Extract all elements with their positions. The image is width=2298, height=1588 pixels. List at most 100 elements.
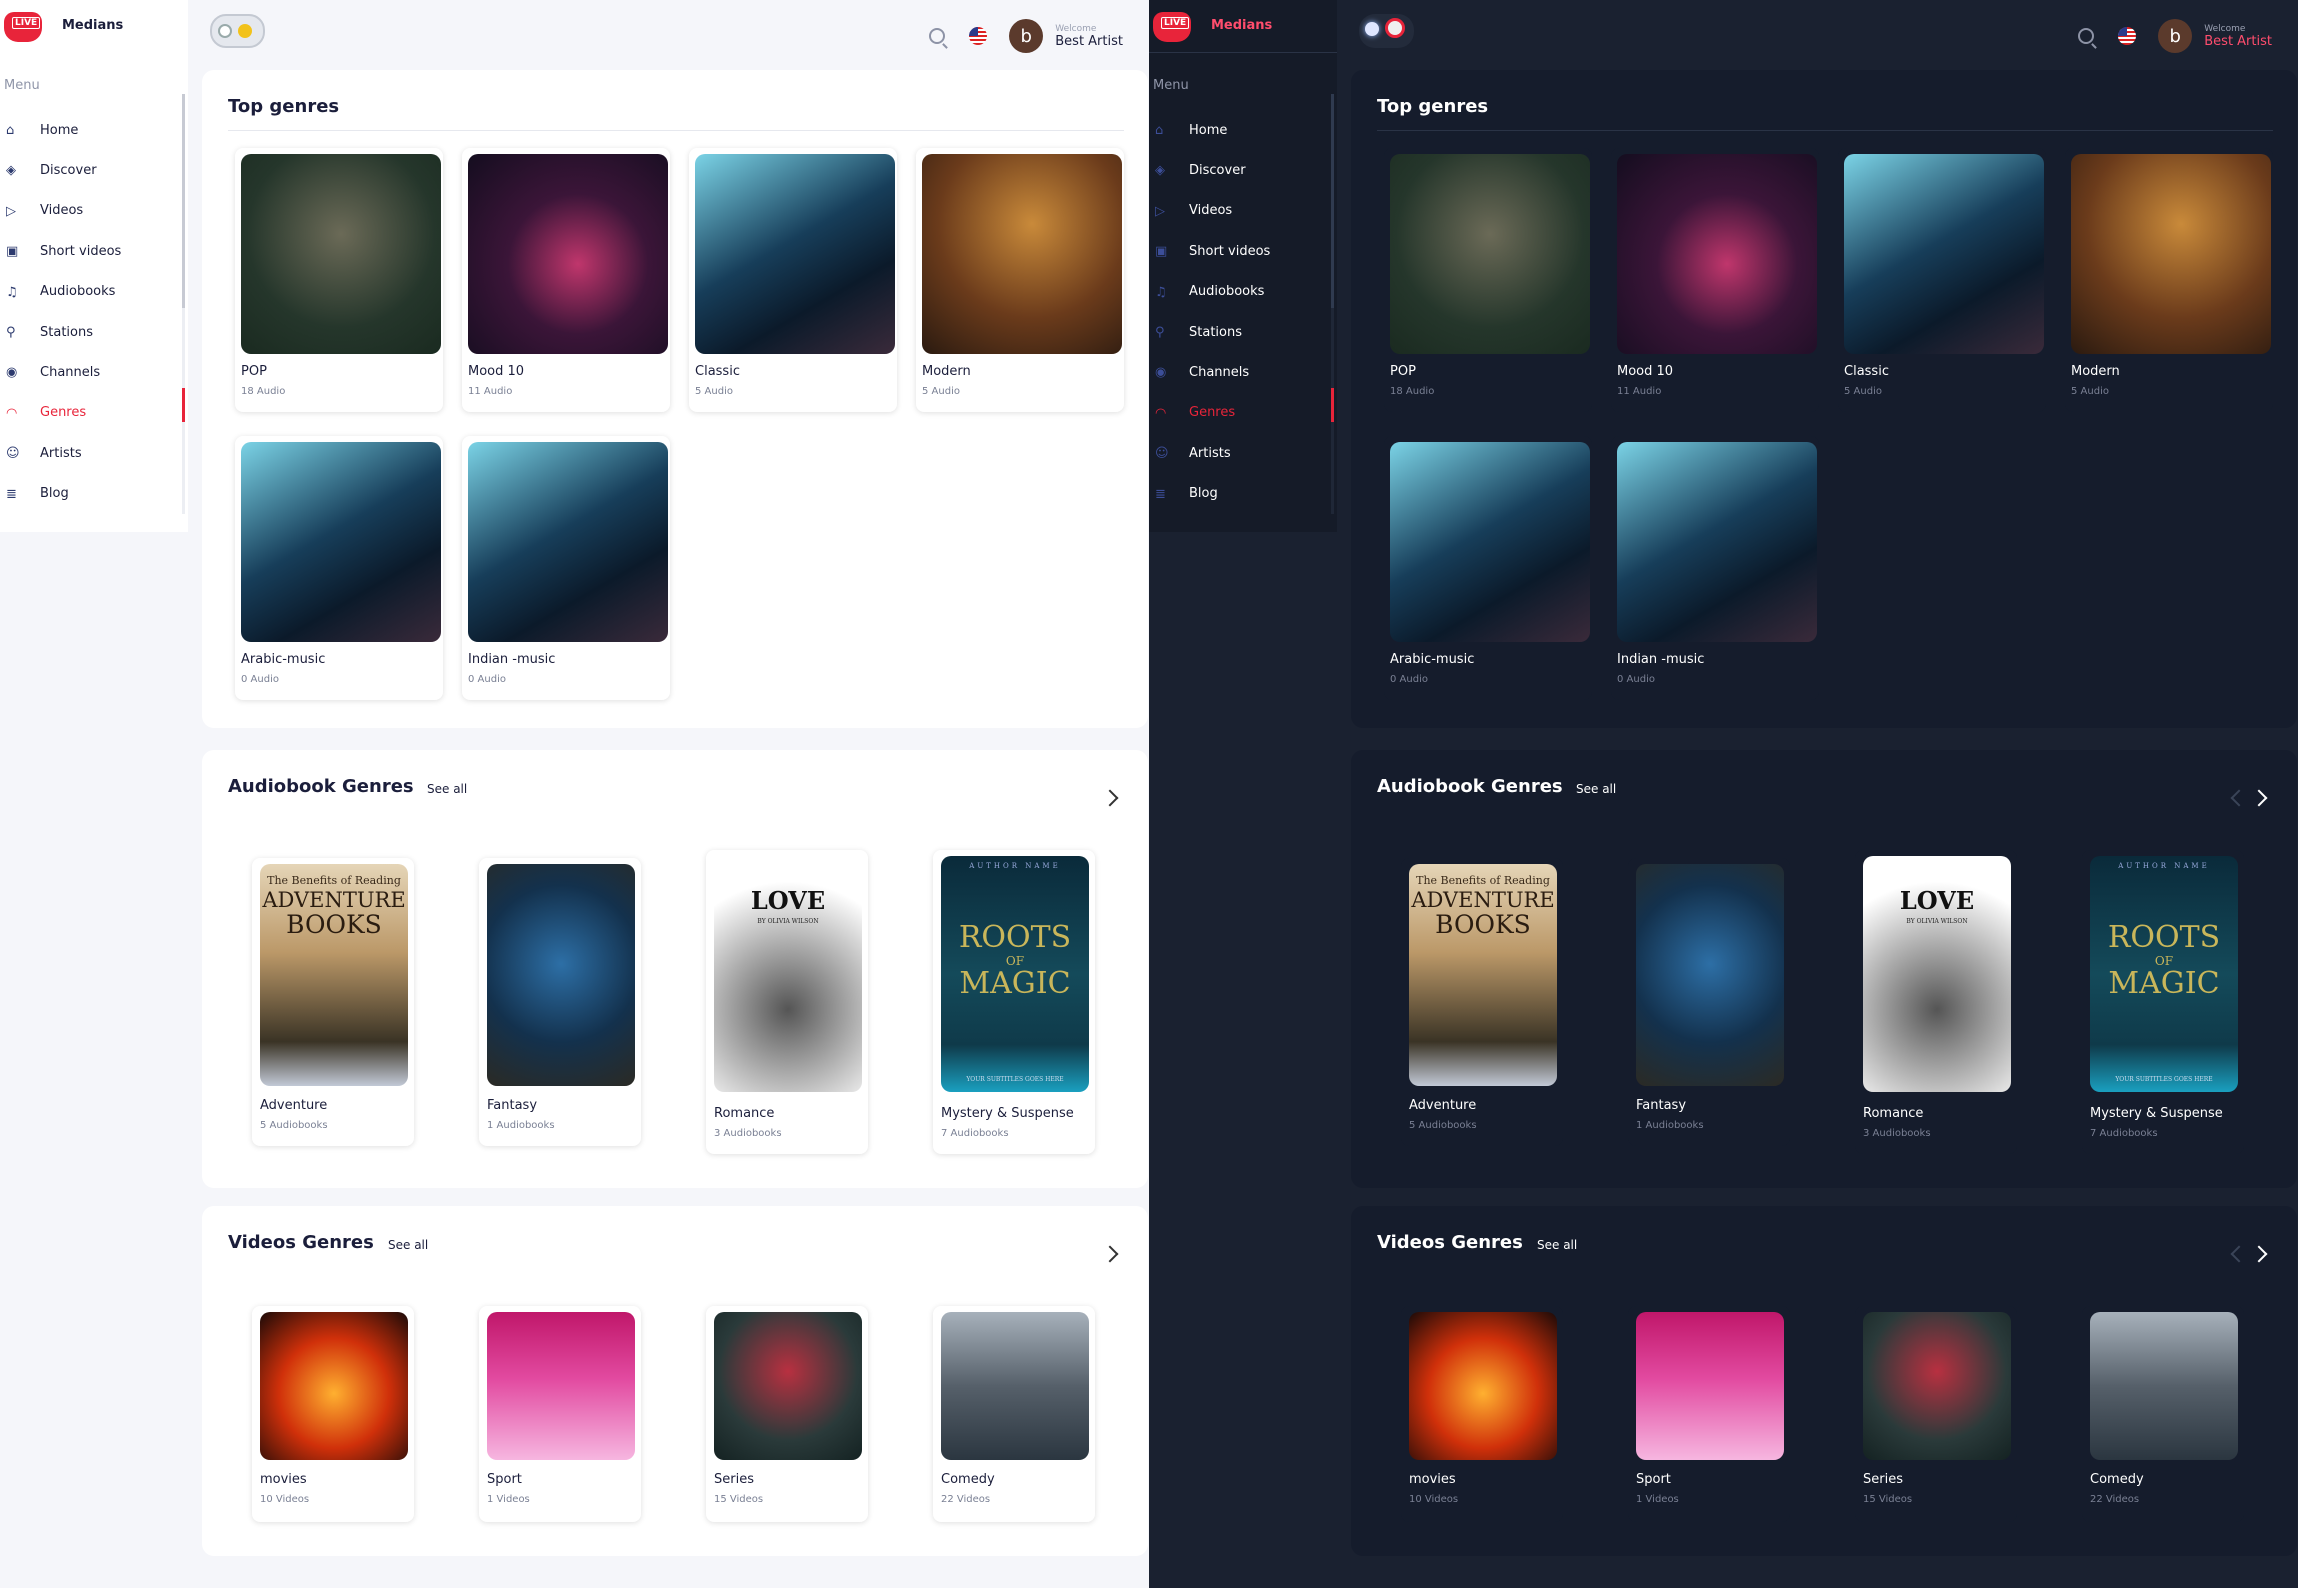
sidebar-item-stations[interactable]: ⚲ Stations (1149, 312, 1337, 352)
avatar[interactable]: b (1009, 19, 1044, 53)
chevron-right-icon[interactable] (2250, 1245, 2268, 1263)
sidebar-item-short-videos[interactable]: ▣ Short videos (0, 231, 188, 271)
sidebar-nav: ⌂ Home ◈ Discover ▷ Videos ▣ Short videos ♫ A… (1149, 110, 1337, 514)
genre-title: movies (260, 1472, 307, 1487)
search-icon[interactable] (929, 28, 946, 44)
us-flag-icon[interactable] (969, 27, 988, 45)
genre-title: Classic (695, 364, 740, 379)
sidebar-item-genres[interactable]: ◠ Genres (1149, 393, 1337, 433)
genre-title: Comedy (2090, 1472, 2144, 1487)
sidebar-item-stations[interactable]: ⚲ Stations (0, 312, 188, 352)
sidebar-item-channels[interactable]: ◉ Channels (0, 352, 188, 392)
see-all-link[interactable]: See all (1537, 1238, 1577, 1252)
sidebar-item-label: Short videos (1189, 243, 1271, 259)
chevron-right-icon[interactable] (1101, 1245, 1119, 1263)
sidebar-item-genres[interactable]: ◠ Genres (0, 393, 188, 433)
video-genre-card[interactable]: Comedy 22 Videos (933, 1306, 1095, 1522)
genre-card[interactable]: Mood 10 11 Audio (1611, 148, 1819, 412)
see-all-link[interactable]: See all (388, 1238, 428, 1252)
chevron-left-icon[interactable] (2230, 789, 2248, 807)
sidebar-item-blog[interactable]: ≣ Blog (1149, 474, 1337, 514)
logo[interactable]: LIVE (1153, 12, 1191, 42)
sidebar-item-label: Home (40, 122, 79, 138)
see-all-link[interactable]: See all (427, 782, 467, 796)
genre-count: 0 Audio (1617, 674, 1655, 685)
us-flag-icon[interactable] (2118, 27, 2137, 45)
light-theme-view: LIVE Medians Menu ⌂ Home ◈ Discover ▷ Video… (0, 0, 1149, 1588)
chevron-right-icon[interactable] (2250, 789, 2268, 807)
video-genre-card[interactable]: movies 10 Videos (1401, 1306, 1563, 1522)
audiobook-genre-card[interactable]: AUTHOR NAME ROOTS OF MAGIC YOUR SUBTITLE… (933, 850, 1095, 1154)
sidebar-item-audiobooks[interactable]: ♫ Audiobooks (1149, 272, 1337, 312)
chevron-right-icon[interactable] (1101, 789, 1119, 807)
video-genres-panel: Videos Genres See all movies 10 Videos Sp… (1351, 1206, 2297, 1556)
genre-image (1636, 1312, 1784, 1460)
sidebar-item-videos[interactable]: ▷ Videos (1149, 191, 1337, 231)
video-genre-card[interactable]: Comedy 22 Videos (2082, 1306, 2244, 1522)
see-all-link[interactable]: See all (1576, 782, 1616, 796)
sidebar-item-channels[interactable]: ◉ Channels (1149, 352, 1337, 392)
top-genres-panel: Top genres POP 18 Audio Mood 10 11 Audio C… (202, 70, 1148, 728)
audiobook-genre-card[interactable]: The Benefits of Reading ADVENTURE BOOKS … (252, 858, 414, 1146)
genre-card[interactable]: POP 18 Audio (235, 148, 443, 412)
user-greeting[interactable]: Welcome Best Artist (2204, 24, 2272, 49)
chevron-left-icon[interactable] (2230, 1245, 2248, 1263)
video-genre-card[interactable]: Series 15 Videos (706, 1306, 868, 1522)
cover-text: The Benefits of Reading (1416, 874, 1550, 887)
sidebar-item-audiobooks[interactable]: ♫ Audiobooks (0, 272, 188, 312)
genre-card[interactable]: Classic 5 Audio (689, 148, 897, 412)
sidebar-item-label: Blog (40, 486, 69, 502)
short-video-icon: ▣ (6, 244, 19, 260)
audiobook-genre-card[interactable]: The Benefits of Reading ADVENTURE BOOKS … (1401, 858, 1563, 1146)
audiobook-genre-card[interactable]: Fantasy 1 Audiobooks (479, 858, 641, 1146)
video-genre-card[interactable]: Sport 1 Videos (1628, 1306, 1790, 1522)
theme-toggle[interactable] (210, 14, 265, 48)
sidebar-item-label: Audiobooks (1189, 284, 1265, 300)
genre-count: 15 Videos (714, 1494, 764, 1505)
audiobook-genre-card[interactable]: LOVE BY OLIVIA WILSON Romance 3 Audioboo… (706, 850, 868, 1154)
sidebar-item-label: Stations (40, 324, 93, 340)
brand-name[interactable]: Medians (62, 18, 123, 33)
genre-count: 5 Audio (695, 386, 733, 397)
sidebar-item-discover[interactable]: ◈ Discover (0, 150, 188, 190)
avatar[interactable]: b (2158, 19, 2193, 53)
user-greeting[interactable]: Welcome Best Artist (1055, 24, 1123, 49)
genre-card[interactable]: Indian -music 0 Audio (462, 436, 670, 700)
audiobook-genre-card[interactable]: Fantasy 1 Audiobooks (1628, 858, 1790, 1146)
discover-icon: ◈ (6, 163, 16, 179)
sidebar-item-videos[interactable]: ▷ Videos (0, 191, 188, 231)
genre-card[interactable]: Modern 5 Audio (2065, 148, 2273, 412)
sidebar-item-discover[interactable]: ◈ Discover (1149, 150, 1337, 190)
audiobook-genre-card[interactable]: LOVE BY OLIVIA WILSON Romance 3 Audioboo… (1855, 850, 2017, 1154)
genre-card[interactable]: Modern 5 Audio (916, 148, 1124, 412)
theme-toggle[interactable] (1359, 14, 1414, 48)
sidebar-item-blog[interactable]: ≣ Blog (0, 474, 188, 514)
book-cover (1636, 864, 1784, 1086)
genre-image (2071, 154, 2271, 354)
genre-title: Fantasy (1636, 1098, 1687, 1113)
genre-card[interactable]: Arabic-music 0 Audio (235, 436, 443, 700)
sidebar-item-home[interactable]: ⌂ Home (0, 110, 188, 150)
genre-count: 5 Audiobooks (260, 1120, 328, 1131)
brand-name[interactable]: Medians (1211, 18, 1272, 33)
genre-card[interactable]: Classic 5 Audio (1838, 148, 2046, 412)
sidebar-item-artists[interactable]: ☺ Artists (0, 433, 188, 473)
genre-title: Mystery & Suspense (2090, 1106, 2223, 1121)
sidebar-item-artists[interactable]: ☺ Artists (1149, 433, 1337, 473)
video-genre-card[interactable]: Series 15 Videos (1855, 1306, 2017, 1522)
genre-title: Romance (1863, 1106, 1924, 1121)
genre-count: 0 Audio (1390, 674, 1428, 685)
sidebar-item-short-videos[interactable]: ▣ Short videos (1149, 231, 1337, 271)
genre-card[interactable]: Mood 10 11 Audio (462, 148, 670, 412)
audiobook-genre-card[interactable]: AUTHOR NAME ROOTS OF MAGIC YOUR SUBTITLE… (2082, 850, 2244, 1154)
sidebar-item-home[interactable]: ⌂ Home (1149, 110, 1337, 150)
genre-card[interactable]: POP 18 Audio (1384, 148, 1592, 412)
video-genre-card[interactable]: movies 10 Videos (252, 1306, 414, 1522)
genre-card[interactable]: Indian -music 0 Audio (1611, 436, 1819, 700)
video-genre-card[interactable]: Sport 1 Videos (479, 1306, 641, 1522)
genre-title: Arabic-music (241, 652, 326, 667)
search-icon[interactable] (2078, 28, 2095, 44)
genre-count: 7 Audiobooks (2090, 1128, 2158, 1139)
logo[interactable]: LIVE (4, 12, 42, 42)
genre-card[interactable]: Arabic-music 0 Audio (1384, 436, 1592, 700)
